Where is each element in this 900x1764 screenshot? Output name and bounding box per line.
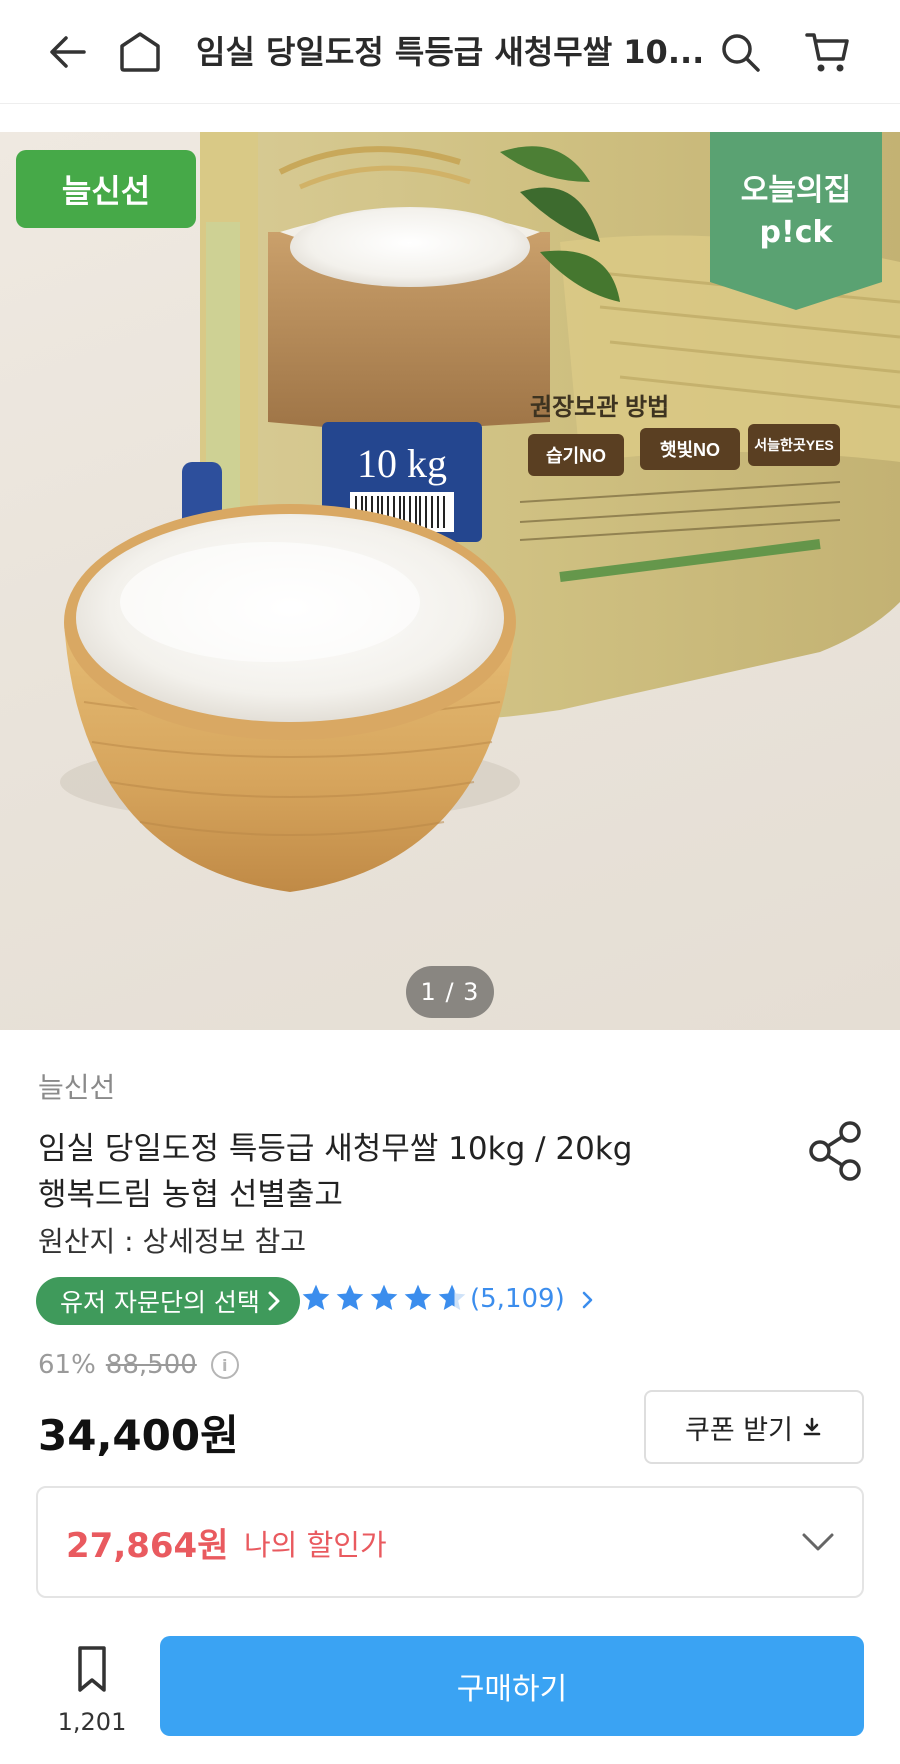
half-star-icon <box>438 1284 466 1310</box>
buy-button[interactable]: 구매하기 <box>160 1636 864 1736</box>
discount-row: 61% 88,500 i <box>38 1350 239 1380</box>
package-weight-label: 10 kg <box>357 441 447 486</box>
my-discount-price-dropdown[interactable]: 27,864원 나의 할인가 <box>36 1486 864 1598</box>
storage-item-cool-place: 서늘한곳YES <box>754 437 834 453</box>
product-image-carousel[interactable]: 10 kg 권장보관 방법 습기NO 햇빛NO 서늘한곳YES 늘신선 오늘의집… <box>0 132 900 1030</box>
search-icon <box>722 34 760 72</box>
rating-stars <box>300 1282 468 1314</box>
advisor-pill-label: 유저 자문단의 선택 <box>60 1288 260 1317</box>
cart-button[interactable] <box>800 24 856 80</box>
discount-rate: 61% <box>38 1350 96 1380</box>
cart-icon <box>805 33 849 72</box>
review-count-link[interactable]: (5,109) <box>470 1284 595 1314</box>
top-navigation-bar: 임실 당일도정 특등급 새청무쌀 10... <box>0 0 900 104</box>
share-icon <box>809 1121 861 1181</box>
product-title: 임실 당일도정 특등급 새청무쌀 10kg / 20kg 행복드림 농협 선별출… <box>38 1126 738 1218</box>
ohouse-pick-badge: 오늘의집 p!ck <box>710 132 882 310</box>
chevron-right-icon <box>582 1291 593 1308</box>
review-count: (5,109) <box>470 1284 565 1314</box>
arrow-left-icon <box>50 36 86 68</box>
star-icon <box>302 1284 330 1310</box>
bookmark-button[interactable]: 1,201 <box>56 1640 128 1744</box>
coupon-button[interactable]: 쿠폰 받기 <box>644 1390 864 1464</box>
brand-badge: 늘신선 <box>16 150 196 228</box>
info-icon[interactable]: i <box>210 1351 239 1379</box>
image-pager-indicator: 1 / 3 <box>406 966 494 1018</box>
badge-right-line1: 오늘의집 <box>740 173 852 208</box>
home-icon <box>120 32 160 72</box>
coupon-button-label: 쿠폰 받기 <box>685 1414 793 1446</box>
back-button[interactable] <box>40 24 96 80</box>
star-icon <box>370 1284 398 1310</box>
bookmark-icon <box>78 1646 106 1692</box>
product-title-line2: 행복드림 농협 선별출고 <box>38 1177 343 1213</box>
chevron-right-icon <box>268 1291 280 1311</box>
home-button[interactable] <box>112 24 168 80</box>
origin-info: 원산지 : 상세정보 참고 <box>38 1225 306 1258</box>
download-icon <box>803 1417 821 1436</box>
star-icon <box>404 1284 432 1310</box>
user-advisor-choice-pill[interactable]: 유저 자문단의 선택 <box>36 1277 300 1325</box>
bookmark-count: 1,201 <box>57 1708 127 1736</box>
page-title: 임실 당일도정 특등급 새청무쌀 10... <box>196 33 705 71</box>
badge-right-line2: p!ck <box>759 215 833 250</box>
storage-title: 권장보관 방법 <box>530 394 669 421</box>
sale-price: 34,400원 <box>38 1411 239 1460</box>
star-icon <box>336 1284 364 1310</box>
my-discount-price: 27,864원 <box>66 1526 229 1566</box>
product-title-line1: 임실 당일도정 특등급 새청무쌀 10kg / 20kg <box>38 1131 633 1167</box>
storage-item-sunlight: 햇빛NO <box>660 440 720 460</box>
my-discount-label: 나의 할인가 <box>244 1528 387 1562</box>
storage-item-humidity: 습기NO <box>546 446 606 466</box>
share-button[interactable] <box>806 1118 866 1184</box>
brand-name[interactable]: 늘신선 <box>38 1066 115 1106</box>
search-button[interactable] <box>712 24 768 80</box>
chevron-down-icon <box>802 1533 834 1551</box>
original-price: 88,500 <box>105 1350 197 1380</box>
